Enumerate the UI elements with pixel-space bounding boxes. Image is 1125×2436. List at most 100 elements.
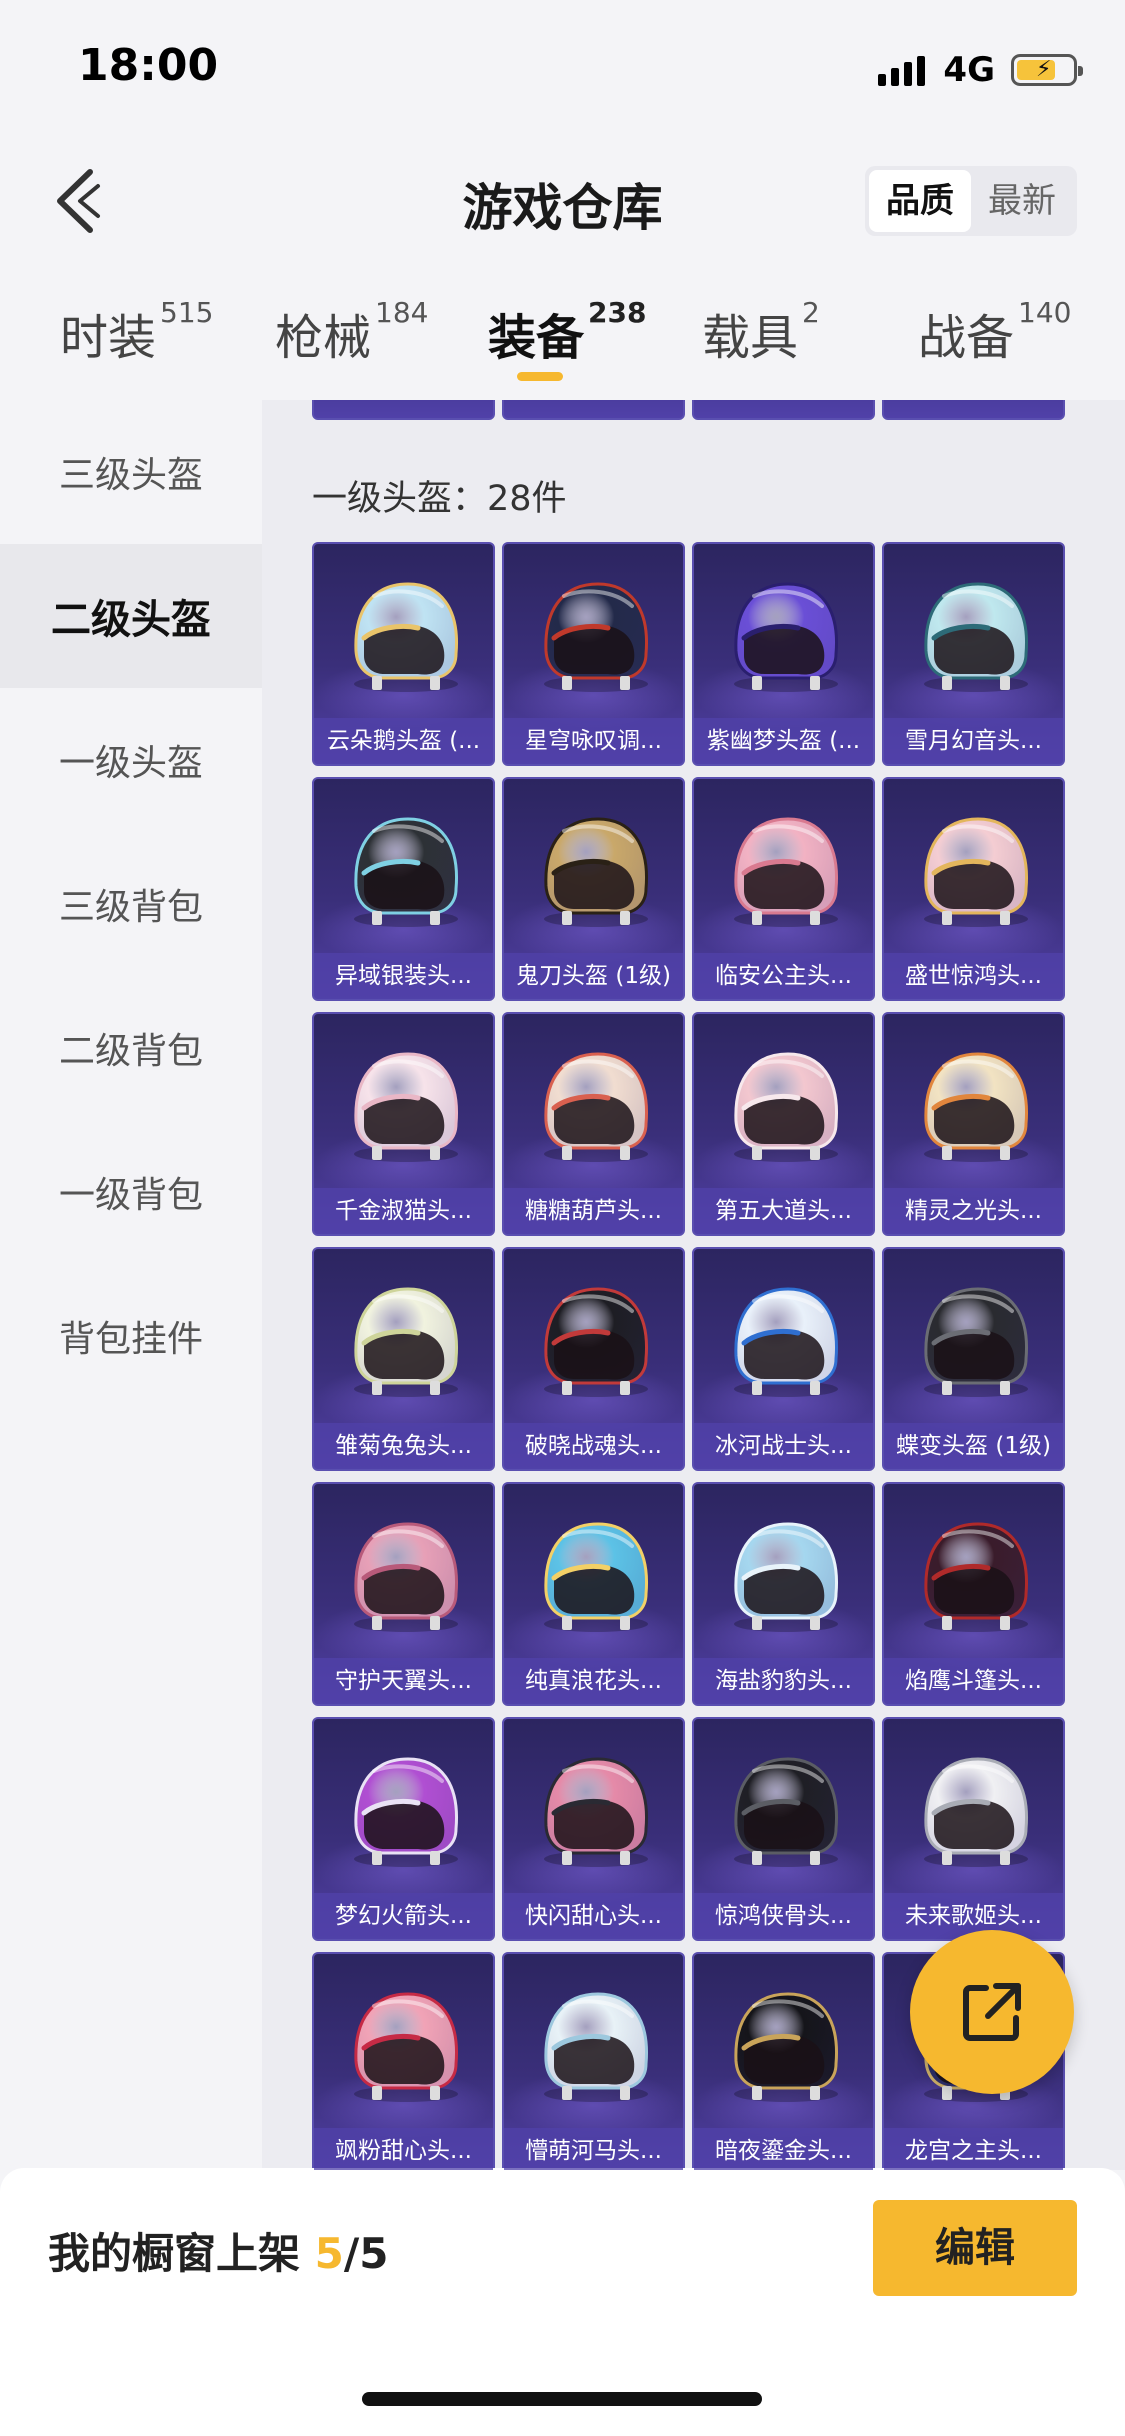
item-name: 星穹咏叹调... bbox=[504, 718, 683, 764]
tab-label: 装备 bbox=[488, 310, 585, 366]
helmet-icon bbox=[544, 817, 649, 927]
helmet-icon bbox=[544, 1757, 649, 1867]
sidebar-item-level1-backpack[interactable]: 一级背包 bbox=[0, 1120, 262, 1264]
home-indicator bbox=[362, 2392, 762, 2406]
sidebar-item-level2-backpack[interactable]: 二级背包 bbox=[0, 976, 262, 1120]
item-card[interactable]: 守护天翼头... bbox=[312, 1482, 495, 1706]
item-card[interactable]: 雪月幻音头... bbox=[882, 542, 1065, 766]
helmet-icon bbox=[734, 1992, 839, 2102]
showcase-label: 我的橱窗上架 bbox=[48, 2229, 301, 2278]
item-card[interactable]: 懵萌河马头... bbox=[502, 1952, 685, 2170]
active-tab-indicator bbox=[517, 372, 563, 381]
helmet-icon bbox=[734, 1522, 839, 1632]
item-card[interactable]: 快闪甜心头... bbox=[502, 1717, 685, 1941]
item-card[interactable]: 暗夜鎏金头... bbox=[882, 400, 1065, 420]
tab-label: 枪械 bbox=[275, 310, 372, 366]
section-title: 一级头盔：28件 bbox=[312, 479, 567, 519]
item-card[interactable]: 云朵鹅头盔 (... bbox=[312, 542, 495, 766]
helmet-icon bbox=[734, 817, 839, 927]
helmet-icon bbox=[734, 1287, 839, 1397]
item-name: 雪月幻音头... bbox=[884, 718, 1063, 764]
item-name: 蝶变头盔 (1级) bbox=[884, 1423, 1063, 1469]
item-card[interactable]: 未来歌姬头... bbox=[882, 1717, 1065, 1941]
item-card[interactable]: 惊鸿侠骨头... bbox=[692, 1717, 875, 1941]
tab-fashion[interactable]: 时装 515 bbox=[60, 296, 213, 368]
item-card[interactable]: 临安公主头... bbox=[692, 777, 875, 1001]
tab-count: 140 bbox=[1018, 296, 1072, 329]
sort-quality-option[interactable]: 品质 bbox=[869, 170, 971, 232]
item-card[interactable]: 海盐豹豹头... bbox=[692, 1482, 875, 1706]
helmet-icon bbox=[354, 1287, 459, 1397]
helmet-icon bbox=[354, 1052, 459, 1162]
category-tabs: 时装 515 枪械 184 装备 238 载具 2 战备 140 bbox=[0, 260, 1125, 400]
item-card[interactable]: 梦幻火箭头... bbox=[312, 1717, 495, 1941]
item-card[interactable]: 盛世惊鸿头... bbox=[882, 777, 1065, 1001]
helmet-icon bbox=[544, 1287, 649, 1397]
sidebar-item-level2-helmet[interactable]: 二级头盔 bbox=[0, 544, 262, 688]
item-card[interactable]: 第五大道头... bbox=[692, 400, 875, 420]
item-name: 云朵鹅头盔 (... bbox=[314, 718, 493, 764]
helmet-icon bbox=[544, 1522, 649, 1632]
item-card[interactable]: 精灵之光头... bbox=[882, 1012, 1065, 1236]
tab-equipment[interactable]: 装备 238 bbox=[488, 296, 646, 368]
item-card[interactable]: 暗夜鎏金头... bbox=[692, 1952, 875, 2170]
item-name: 暗夜鎏金头... bbox=[884, 400, 1063, 418]
item-card[interactable]: 第五大道头... bbox=[692, 1012, 875, 1236]
item-card[interactable]: 雏菊兔兔头... bbox=[312, 1247, 495, 1471]
item-card[interactable]: 飒粉甜心头... bbox=[312, 1952, 495, 2170]
edit-button[interactable]: 编辑 bbox=[873, 2200, 1077, 2296]
helmet-icon bbox=[924, 582, 1029, 692]
helmet-icon bbox=[544, 1992, 649, 2102]
item-card[interactable]: 星穹咏叹调... bbox=[502, 542, 685, 766]
status-time: 18:00 bbox=[78, 40, 219, 91]
tab-vehicles[interactable]: 载具 2 bbox=[702, 296, 820, 368]
helmet-icon bbox=[354, 1757, 459, 1867]
item-card[interactable]: 千金淑猫头... bbox=[312, 1012, 495, 1236]
item-card[interactable]: 鬼刀头盔 (1级) bbox=[502, 777, 685, 1001]
share-button[interactable] bbox=[910, 1930, 1074, 2094]
item-name: 糖糖葫芦头... bbox=[504, 1188, 683, 1234]
item-name: 守护天翼头... bbox=[314, 1658, 493, 1704]
tab-label: 战备 bbox=[918, 310, 1015, 366]
item-name: 鬼刀头盔 (1级) bbox=[504, 953, 683, 999]
helmet-icon bbox=[354, 817, 459, 927]
item-card[interactable]: 糖糖葫芦头... bbox=[502, 1012, 685, 1236]
tab-weapons[interactable]: 枪械 184 bbox=[275, 296, 428, 368]
helmet-icon bbox=[354, 582, 459, 692]
item-name: 懵萌河马头... bbox=[504, 2128, 683, 2170]
showcase-status: 我的橱窗上架 5/5 bbox=[48, 2220, 388, 2281]
item-card[interactable]: 焰鹰斗篷头... bbox=[882, 1482, 1065, 1706]
helmet-icon bbox=[924, 1052, 1029, 1162]
item-grid: 云朵鹅头盔 (... 星穹咏叹调... 紫幽梦头盔 (... 雪月幻音头... 异域银装… bbox=[312, 542, 1065, 2170]
helmet-icon bbox=[734, 1757, 839, 1867]
tab-supplies[interactable]: 战备 140 bbox=[918, 296, 1072, 368]
helmet-icon bbox=[924, 1757, 1029, 1867]
item-name: 临安公主头... bbox=[694, 953, 873, 999]
item-name: 梦幻火箭头... bbox=[314, 1893, 493, 1939]
sidebar-item-level3-helmet[interactable]: 三级头盔 bbox=[0, 400, 262, 544]
status-indicators: 4G ⚡ bbox=[878, 48, 1083, 92]
sidebar-item-backpack-charm[interactable]: 背包挂件 bbox=[0, 1264, 262, 1408]
item-card[interactable]: 惊鸿侠骨头... bbox=[312, 400, 495, 420]
sort-newest-option[interactable]: 最新 bbox=[971, 170, 1073, 232]
item-name: 快闪甜心头... bbox=[504, 1893, 683, 1939]
sidebar-item-level3-backpack[interactable]: 三级背包 bbox=[0, 832, 262, 976]
sort-toggle: 品质 最新 bbox=[865, 166, 1077, 236]
item-card[interactable]: 纯真浪花头... bbox=[502, 1482, 685, 1706]
share-external-icon bbox=[963, 1983, 1021, 2041]
helmet-icon bbox=[354, 1522, 459, 1632]
item-card[interactable]: 紫幽梦头盔 (... bbox=[692, 542, 875, 766]
item-card[interactable]: 异域银装头... bbox=[312, 777, 495, 1001]
network-type: 4G bbox=[943, 50, 995, 90]
item-card[interactable]: 破晓战魂头... bbox=[502, 1247, 685, 1471]
item-name: 惊鸿侠骨头... bbox=[694, 1893, 873, 1939]
helmet-icon bbox=[924, 1522, 1029, 1632]
item-name: 海盐豹豹头... bbox=[694, 1658, 873, 1704]
item-card[interactable]: 蝶变头盔 (1级) bbox=[882, 1247, 1065, 1471]
item-card[interactable]: 飒粉甜心头... bbox=[502, 400, 685, 420]
item-name: 异域银装头... bbox=[314, 953, 493, 999]
item-card[interactable]: 冰河战士头... bbox=[692, 1247, 875, 1471]
helmet-icon bbox=[544, 582, 649, 692]
sidebar-item-level1-helmet[interactable]: 一级头盔 bbox=[0, 688, 262, 832]
helmet-icon bbox=[354, 1992, 459, 2102]
